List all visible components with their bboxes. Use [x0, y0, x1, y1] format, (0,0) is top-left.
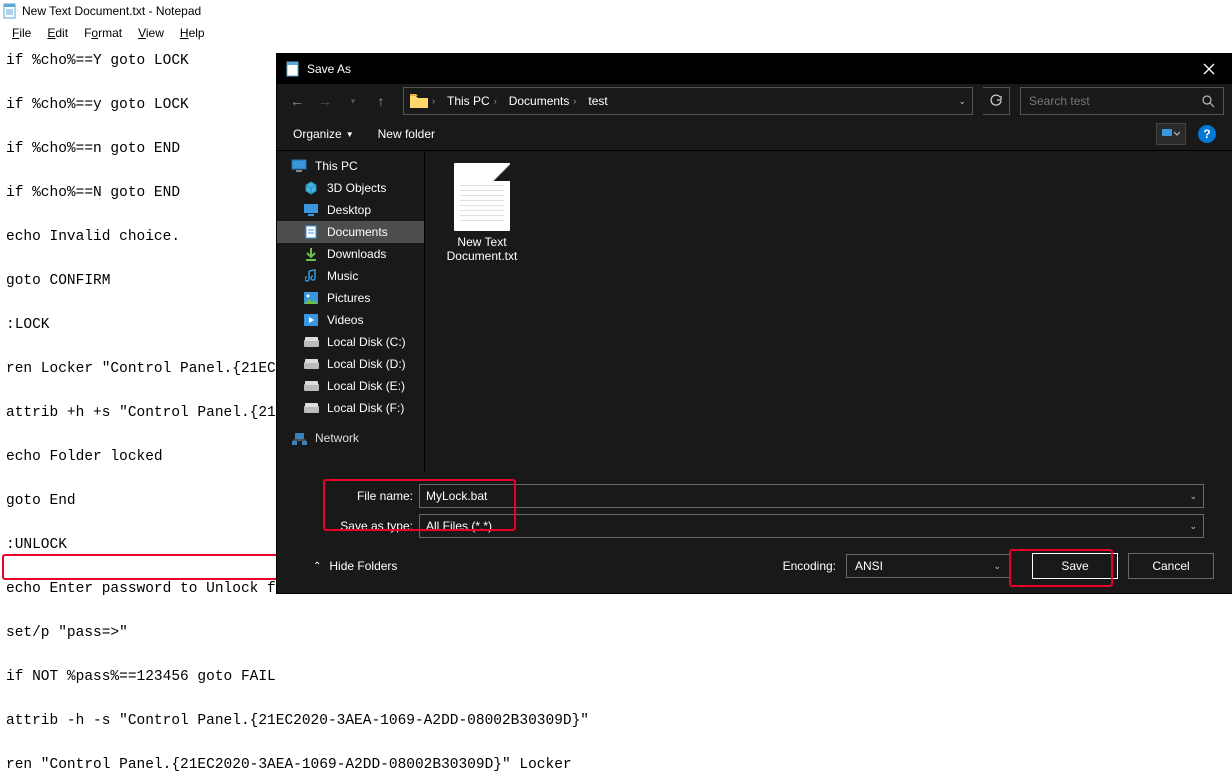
nav-back-button[interactable]: ←	[285, 89, 309, 113]
cube-icon	[303, 181, 319, 195]
text-file-icon	[454, 163, 510, 231]
breadcrumb[interactable]: › This PC› Documents› test ⌄	[403, 87, 973, 115]
new-folder-button[interactable]: New folder	[378, 127, 435, 141]
tree-disk-f[interactable]: Local Disk (F:)	[277, 397, 424, 419]
search-placeholder: Search test	[1029, 94, 1090, 108]
nav-tree: This PC 3D Objects Desktop Documents Dow…	[277, 151, 425, 471]
view-options-button[interactable]	[1156, 123, 1186, 145]
menu-view[interactable]: View	[130, 24, 172, 42]
tree-disk-e[interactable]: Local Disk (E:)	[277, 375, 424, 397]
help-icon[interactable]: ?	[1198, 125, 1216, 143]
downloads-icon	[303, 247, 319, 261]
network-icon	[291, 431, 307, 445]
nav-forward-button[interactable]: →	[313, 89, 337, 113]
save-button[interactable]: Save	[1032, 553, 1118, 579]
tree-this-pc[interactable]: This PC	[277, 155, 424, 177]
cancel-button[interactable]: Cancel	[1128, 553, 1214, 579]
pictures-icon	[303, 291, 319, 305]
dialog-nav: ← → ▾ ↑ › This PC› Documents› test ⌄ Sea…	[277, 84, 1232, 118]
nav-up-button[interactable]: ↑	[369, 89, 393, 113]
saveastype-select[interactable]: All Files (*.*) ⌄	[419, 514, 1204, 538]
tree-documents[interactable]: Documents	[277, 221, 424, 243]
dialog-toolbar: Organize▼ New folder ?	[277, 118, 1232, 151]
breadcrumb-test[interactable]: test	[582, 94, 613, 108]
music-icon	[303, 269, 319, 283]
chevron-down-icon[interactable]: ⌄	[1189, 491, 1197, 502]
tree-network[interactable]: Network	[277, 427, 424, 449]
encoding-label: Encoding:	[783, 559, 836, 573]
disk-icon	[303, 335, 319, 349]
menu-file[interactable]: File	[4, 24, 39, 42]
nav-recent-dropdown[interactable]: ▾	[341, 89, 365, 113]
encoding-select[interactable]: ANSI ⌄	[846, 554, 1010, 578]
save-as-icon	[285, 61, 301, 77]
disk-icon	[303, 401, 319, 415]
tree-downloads[interactable]: Downloads	[277, 243, 424, 265]
tree-3d-objects[interactable]: 3D Objects	[277, 177, 424, 199]
file-item[interactable]: New Text Document.txt	[437, 163, 527, 263]
search-input[interactable]: Search test	[1020, 87, 1224, 115]
organize-button[interactable]: Organize▼	[293, 127, 354, 141]
breadcrumb-folder-icon[interactable]: ›	[404, 94, 441, 108]
chevron-right-icon: ›	[432, 96, 435, 106]
menu-help[interactable]: Help	[172, 24, 213, 42]
documents-icon	[303, 225, 319, 239]
chevron-down-icon[interactable]: ⌄	[993, 561, 1001, 572]
tree-desktop[interactable]: Desktop	[277, 199, 424, 221]
breadcrumb-documents[interactable]: Documents›	[503, 94, 583, 108]
tree-disk-d[interactable]: Local Disk (D:)	[277, 353, 424, 375]
search-icon	[1202, 95, 1215, 108]
file-list[interactable]: New Text Document.txt	[425, 151, 1232, 471]
chevron-down-icon[interactable]: ⌄	[1189, 521, 1197, 532]
breadcrumb-this-pc[interactable]: This PC›	[441, 94, 503, 108]
chevron-up-icon: ⌃	[313, 561, 321, 572]
notepad-titlebar: New Text Document.txt - Notepad	[0, 0, 1232, 23]
tree-pictures[interactable]: Pictures	[277, 287, 424, 309]
disk-icon	[303, 379, 319, 393]
breadcrumb-dropdown-icon[interactable]: ⌄	[958, 96, 966, 107]
hide-folders-button[interactable]: ⌃ Hide Folders	[313, 559, 397, 573]
videos-icon	[303, 313, 319, 327]
save-as-dialog: Save As ← → ▾ ↑ › This PC› Documents› te…	[277, 54, 1232, 593]
dialog-title: Save As	[307, 62, 351, 76]
monitor-icon	[291, 159, 307, 173]
close-button[interactable]	[1186, 54, 1232, 84]
disk-icon	[303, 357, 319, 371]
menu-format[interactable]: Format	[76, 24, 130, 42]
tree-music[interactable]: Music	[277, 265, 424, 287]
desktop-icon	[303, 203, 319, 217]
saveastype-label: Save as type:	[293, 519, 419, 533]
refresh-button[interactable]	[983, 87, 1010, 115]
menubar: File Edit Format View Help	[0, 23, 1232, 43]
tree-disk-c[interactable]: Local Disk (C:)	[277, 331, 424, 353]
window-title: New Text Document.txt - Notepad	[22, 4, 201, 18]
filename-input[interactable]: MyLock.bat ⌄	[419, 484, 1204, 508]
filename-label: File name:	[293, 489, 419, 503]
notepad-icon	[2, 3, 18, 19]
tree-videos[interactable]: Videos	[277, 309, 424, 331]
menu-edit[interactable]: Edit	[39, 24, 76, 42]
file-item-label: New Text Document.txt	[447, 235, 518, 263]
dialog-titlebar: Save As	[277, 54, 1232, 84]
